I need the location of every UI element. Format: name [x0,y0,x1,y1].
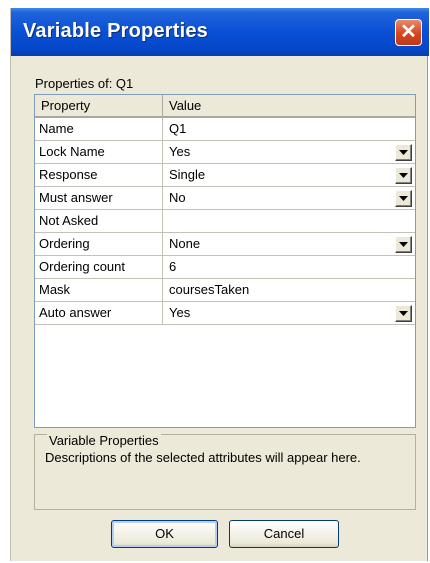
description-panel: Variable Properties Descriptions of the … [34,433,416,510]
property-name: Name [35,118,163,141]
property-value[interactable]: Yes [163,302,415,325]
close-button[interactable]: ✕ [395,19,422,46]
property-value[interactable]: Q1 [163,118,415,141]
description-title: Variable Properties [47,433,161,448]
dropdown-button[interactable] [395,190,412,207]
property-value-text: 6 [169,259,177,274]
property-name: Must answer [35,187,163,210]
chevron-down-icon [399,196,408,201]
property-row-lock-name[interactable]: Lock Name Yes [35,141,415,164]
property-value[interactable]: Single [163,164,415,187]
property-name: Auto answer [35,302,163,325]
ok-button[interactable]: OK [111,520,218,548]
properties-of-label: Properties of: Q1 [35,76,134,91]
property-value-text: No [169,190,186,205]
variable-properties-dialog: Variable Properties ✕ Properties of: Q1 … [10,8,429,561]
title-bar: Variable Properties ✕ [11,8,429,56]
property-grid: Property Value Name Q1 Lock Name Yes Respons… [34,94,416,428]
property-name: Ordering [35,233,163,256]
dropdown-button[interactable] [395,167,412,184]
property-row-mask[interactable]: Mask coursesTaken [35,279,415,302]
property-row-ordering[interactable]: Ordering None [35,233,415,256]
property-row-must-answer[interactable]: Must answer No [35,187,415,210]
chevron-down-icon [399,150,408,155]
cancel-button[interactable]: Cancel [229,520,339,548]
column-header-property[interactable]: Property [35,95,163,118]
close-icon: ✕ [400,21,417,43]
property-value-text: None [169,236,201,251]
property-row-ordering-count[interactable]: Ordering count 6 [35,256,415,279]
property-value[interactable]: None [163,233,415,256]
property-value[interactable]: No [163,187,415,210]
property-row-response[interactable]: Response Single [35,164,415,187]
chevron-down-icon [399,242,408,247]
property-name: Ordering count [35,256,163,279]
property-row-name[interactable]: Name Q1 [35,118,415,141]
dropdown-button[interactable] [395,305,412,322]
dialog-title: Variable Properties [23,20,209,42]
description-text: Descriptions of the selected attributes … [45,450,361,465]
property-value[interactable]: Yes [163,141,415,164]
property-value[interactable] [163,210,415,233]
property-row-not-asked[interactable]: Not Asked [35,210,415,233]
chevron-down-icon [399,311,408,316]
property-name: Lock Name [35,141,163,164]
property-value-text: Single [169,167,206,182]
property-name: Not Asked [35,210,163,233]
property-name: Mask [35,279,163,302]
column-header-value[interactable]: Value [163,95,415,118]
property-row-auto-answer[interactable]: Auto answer Yes [35,302,415,325]
property-value-text: Q1 [169,121,187,136]
chevron-down-icon [399,173,408,178]
dropdown-button[interactable] [395,144,412,161]
dropdown-button[interactable] [395,236,412,253]
property-value[interactable]: 6 [163,256,415,279]
property-name: Response [35,164,163,187]
property-value-text: coursesTaken [169,282,250,297]
property-value-text: Yes [169,144,191,159]
property-value-text: Yes [169,305,191,320]
property-value[interactable]: coursesTaken [163,279,415,302]
